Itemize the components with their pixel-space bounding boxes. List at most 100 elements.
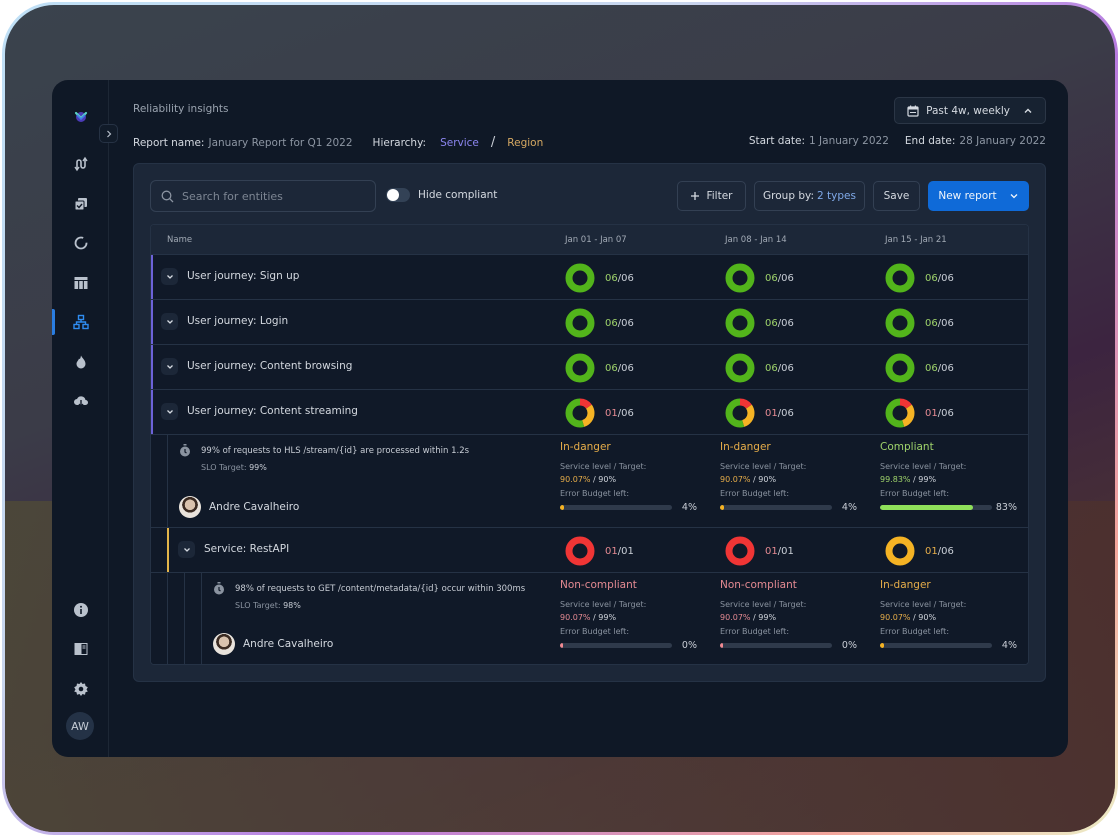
sidebar-item-info[interactable]	[52, 595, 109, 625]
compliance-status: In-danger	[720, 441, 771, 453]
ratio-ok: 01	[925, 545, 938, 557]
week-cell[interactable]: 06/06	[565, 263, 634, 293]
expand-button[interactable]	[178, 541, 195, 558]
compliance-ratio: 01/06	[925, 546, 954, 557]
error-budget: 4%	[560, 502, 697, 513]
sidebar-item-journeys[interactable]	[52, 149, 109, 179]
slo-detail-restapi: 98% of requests to GET /content/metadata…	[151, 573, 1028, 664]
sidebar-item-status[interactable]	[52, 228, 109, 258]
date-range-dropdown[interactable]: Past 4w, weekly	[894, 97, 1046, 124]
expand-button[interactable]	[161, 403, 178, 420]
sidebar-expand-button[interactable]	[99, 124, 118, 143]
error-budget-percent: 0%	[681, 640, 697, 651]
user-avatar[interactable]: AW	[66, 712, 94, 740]
week-cell[interactable]: 01/06	[885, 536, 954, 566]
error-budget-label: Error Budget left:	[720, 627, 790, 636]
sidebar-item-burn[interactable]	[52, 347, 109, 377]
sidebar-item-export[interactable]	[52, 386, 109, 416]
search-input[interactable]	[182, 189, 362, 203]
service-level-label: Service level / Target:	[560, 600, 647, 609]
column-header-name: Name	[167, 235, 193, 245]
week-cell[interactable]: 06/06	[565, 308, 634, 338]
service-level-target: 99%	[918, 475, 937, 484]
group-by-label: Group by:	[763, 190, 814, 202]
expand-button[interactable]	[161, 358, 178, 375]
search-icon	[161, 190, 174, 202]
week-cell[interactable]: 01/06	[885, 398, 954, 428]
chevron-right-icon	[106, 130, 111, 137]
new-report-button[interactable]: New report	[928, 181, 1029, 211]
compliance-ratio: 06/06	[605, 363, 634, 374]
table-row-journey[interactable]: User journey: Login 06/06 06/06 06/06	[151, 300, 1028, 345]
week-cell[interactable]: 06/06	[885, 308, 954, 338]
table-icon	[74, 277, 87, 289]
service-level-value: 90.07% / 90%	[880, 613, 1017, 622]
copy-check-icon	[74, 198, 87, 211]
service-level-value: 90.07% / 99%	[720, 613, 857, 622]
row-name: User journey: Content streaming	[187, 405, 358, 417]
week-cell[interactable]: 01/06	[565, 398, 634, 428]
filter-button[interactable]: Filter	[677, 181, 746, 211]
status-donut	[565, 353, 595, 383]
table-row-journey[interactable]: User journey: Sign up 06/06 06/06 06/06	[151, 255, 1028, 300]
end-date-label: End date:	[904, 135, 956, 147]
chevron-down-icon	[166, 364, 173, 369]
refresh-circle-icon	[74, 236, 87, 250]
compliance-ratio: 06/06	[925, 363, 954, 374]
page-title: Reliability insights	[133, 103, 229, 115]
table-row-journey[interactable]: User journey: Content streaming 01/06 01/0…	[151, 390, 1028, 435]
week-cell[interactable]: 06/06	[885, 353, 954, 383]
ratio-ok: 06	[605, 362, 618, 374]
flame-icon	[76, 355, 85, 369]
expand-button[interactable]	[161, 268, 178, 285]
table-row-service[interactable]: Service: RestAPI 01/01 01/01 01/06	[151, 528, 1028, 573]
hierarchy-region-link[interactable]: Region	[507, 137, 543, 149]
service-level-actual: 90.07%	[560, 613, 591, 622]
ratio-total: 06	[941, 407, 954, 419]
service-level-label: Service level / Target:	[720, 600, 807, 609]
expand-button[interactable]	[161, 313, 178, 330]
sidebar-item-settings[interactable]	[52, 674, 109, 704]
sidebar-item-slos[interactable]	[52, 189, 109, 219]
week-cell[interactable]: 06/06	[725, 353, 794, 383]
toggle-switch[interactable]	[386, 188, 410, 202]
chevron-down-icon	[166, 319, 173, 324]
slo-owner[interactable]: Andre Cavalheiro	[179, 496, 299, 518]
slo-week-stat: Non-compliant Service level / Target: 90.0…	[560, 579, 697, 651]
service-level-actual: 90.07%	[720, 613, 751, 622]
compliance-ratio: 01/06	[765, 408, 794, 419]
search-box[interactable]	[150, 180, 376, 212]
table-row-journey[interactable]: User journey: Content browsing 06/06 06/06…	[151, 345, 1028, 390]
error-budget-percent: 4%	[1001, 640, 1017, 651]
compliance-status: Non-compliant	[720, 579, 797, 591]
compliance-ratio: 06/06	[605, 318, 634, 329]
service-level-value: 90.07% / 99%	[560, 613, 697, 622]
sidebar-item-tables[interactable]	[52, 268, 109, 298]
week-cell[interactable]: 01/01	[565, 536, 634, 566]
ratio-total: 06	[941, 317, 954, 329]
hierarchy-service-link[interactable]: Service	[440, 137, 479, 149]
week-cell[interactable]: 01/01	[725, 536, 794, 566]
sidebar-item-docs[interactable]	[52, 634, 109, 664]
status-donut	[565, 263, 595, 293]
date-info: Start date: 1 January 2022 End date: 28 Ja…	[749, 135, 1046, 147]
hide-compliant-toggle[interactable]: Hide compliant	[386, 188, 497, 202]
week-cell[interactable]: 06/06	[725, 263, 794, 293]
ratio-ok: 06	[605, 317, 618, 329]
donut-segment-green	[565, 308, 595, 338]
week-cell[interactable]: 06/06	[885, 263, 954, 293]
group-by-button[interactable]: Group by: 2 types	[754, 181, 865, 211]
save-button[interactable]: Save	[873, 181, 920, 211]
book-icon	[74, 643, 87, 655]
slo-owner[interactable]: Andre Cavalheiro	[213, 633, 333, 655]
week-cell[interactable]: 06/06	[565, 353, 634, 383]
error-budget: 0%	[720, 640, 857, 651]
compliance-status: In-danger	[880, 579, 931, 591]
sidebar-item-hierarchy[interactable]	[52, 307, 109, 337]
service-level-target: 99%	[758, 613, 777, 622]
week-cell[interactable]: 01/06	[725, 398, 794, 428]
week-cell[interactable]: 06/06	[725, 308, 794, 338]
error-budget: 4%	[720, 502, 857, 513]
donut-segment-red	[725, 536, 755, 566]
compliance-status: Compliant	[880, 441, 934, 453]
